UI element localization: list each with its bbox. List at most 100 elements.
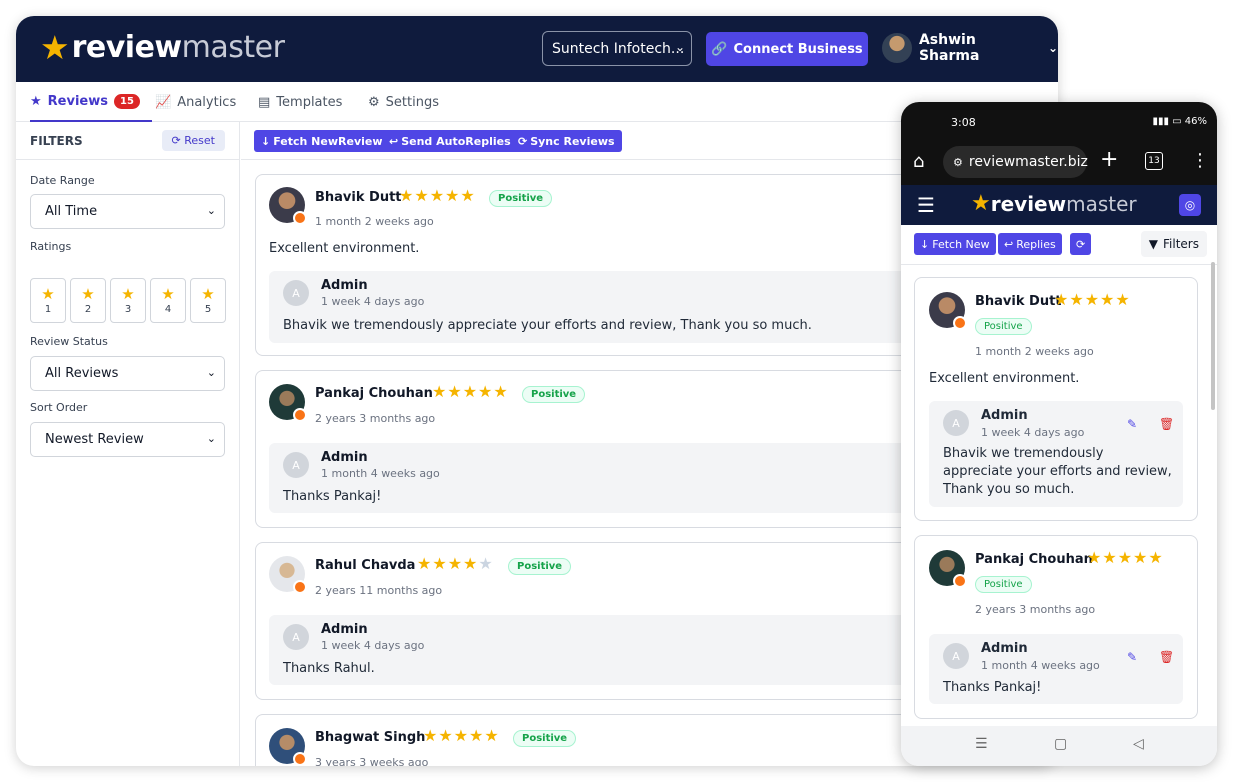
reviewer-name: Bhavik Dutt bbox=[315, 190, 402, 205]
brand-logo[interactable]: ★ review master bbox=[40, 28, 285, 67]
review-time: 2 years 3 months ago bbox=[315, 412, 436, 425]
user-name: Ashwin Sharma bbox=[918, 32, 980, 64]
review-status-value: All Reviews bbox=[45, 366, 119, 381]
admin-avatar: A bbox=[283, 624, 309, 650]
trash-icon[interactable]: 🗑 bbox=[1159, 650, 1174, 664]
browser-toolbar: ⌂ ⚙ reviewmaster.biz + 13 ⋮ bbox=[901, 142, 1217, 185]
rating-stars: ★★★★★ bbox=[1054, 290, 1131, 309]
admin-reply: A Admin 1 week 4 days ago ✎ 🗑 Bhavik we … bbox=[929, 401, 1183, 507]
home-icon[interactable]: ⌂ bbox=[913, 151, 924, 172]
hamburger-menu-icon[interactable]: ☰ bbox=[917, 193, 935, 217]
filter-icon: ▼ bbox=[1148, 237, 1159, 251]
review-time: 2 years 11 months ago bbox=[315, 584, 443, 597]
home-button-icon[interactable]: ▢ bbox=[1054, 736, 1067, 752]
edit-icon[interactable]: ✎ bbox=[1127, 417, 1137, 431]
admin-avatar: A bbox=[943, 410, 969, 436]
reply-author: Admin bbox=[981, 641, 1028, 656]
rating-number: 4 bbox=[164, 303, 172, 315]
tab-templates[interactable]: ▤ Templates bbox=[258, 82, 342, 122]
reviewer-name: Pankaj Chouhan bbox=[315, 386, 433, 401]
tab-settings[interactable]: ⚙ Settings bbox=[368, 82, 439, 122]
admin-avatar: A bbox=[943, 643, 969, 669]
send-auto-replies-button[interactable]: ↩ Send AutoReplies bbox=[382, 130, 518, 152]
reviewer-name: Rahul Chavda bbox=[315, 558, 416, 573]
star-logo-icon: ★ bbox=[971, 191, 991, 216]
rating-filter-2[interactable]: ★ 2 bbox=[70, 278, 106, 323]
sentiment-badge: Positive bbox=[489, 190, 553, 207]
tab-reviews[interactable]: ★ Reviews 15 bbox=[30, 82, 152, 122]
url-text: reviewmaster.biz bbox=[968, 154, 1088, 170]
user-menu[interactable]: Ashwin Sharma ⌄ bbox=[882, 32, 1058, 64]
reply-time: 1 week 4 days ago bbox=[981, 426, 1085, 439]
chevron-down-icon: ⌄ bbox=[206, 204, 216, 217]
trash-icon[interactable]: 🗑 bbox=[1159, 417, 1174, 431]
review-time: 2 years 3 months ago bbox=[975, 603, 1096, 616]
new-tab-icon[interactable]: + bbox=[1100, 147, 1118, 172]
reset-button[interactable]: ⟳ Reset bbox=[161, 130, 225, 151]
review-card: Bhavik Dutt ★★★★★ Positive 1 month 2 wee… bbox=[255, 174, 977, 356]
mobile-action-bar: ↓ Fetch New ↩ Replies ⟳ ▼ Filters bbox=[901, 225, 1217, 265]
mobile-sync-button[interactable]: ⟳ bbox=[1070, 233, 1092, 255]
google-badge-icon bbox=[953, 316, 967, 330]
address-bar[interactable]: ⚙ reviewmaster.biz bbox=[943, 146, 1088, 178]
mobile-review-card: Pankaj Chouhan ★★★★★ Positive 2 years 3 … bbox=[914, 535, 1198, 719]
tab-reviews-label: Reviews bbox=[47, 93, 108, 109]
reply-author: Admin bbox=[981, 408, 1028, 423]
review-time: 3 years 3 weeks ago bbox=[315, 756, 429, 766]
reply-time: 1 week 4 days ago bbox=[321, 639, 425, 652]
google-badge-icon bbox=[293, 580, 307, 594]
rating-filter-1[interactable]: ★ 1 bbox=[30, 278, 66, 323]
scrollbar[interactable] bbox=[1211, 262, 1215, 410]
edit-icon[interactable]: ✎ bbox=[1127, 650, 1137, 664]
chevron-down-icon: ⌄ bbox=[206, 366, 216, 379]
rating-stars: ★★★★★ bbox=[417, 554, 494, 573]
reset-label: Reset bbox=[184, 134, 215, 147]
reply-time: 1 month 4 weeks ago bbox=[321, 467, 440, 480]
camera-icon[interactable]: ◎ bbox=[1179, 194, 1201, 216]
mobile-replies-button[interactable]: ↩ Replies bbox=[998, 233, 1062, 255]
arrow-down-icon: ↓ bbox=[920, 237, 930, 251]
google-badge-icon bbox=[293, 408, 307, 422]
reply-icon: ↩ bbox=[389, 134, 399, 148]
mobile-fetch-new-button[interactable]: ↓ Fetch New bbox=[914, 233, 996, 255]
star-icon: ★ bbox=[161, 284, 175, 303]
admin-avatar: A bbox=[283, 452, 309, 478]
fetch-new-reviews-button[interactable]: ↓ Fetch NewReviews bbox=[254, 130, 397, 152]
business-select[interactable]: Suntech Infotech... ⌄ bbox=[542, 31, 692, 66]
more-vert-icon[interactable]: ⋮ bbox=[1191, 150, 1209, 171]
brand-word-bold: review bbox=[990, 191, 1067, 216]
connect-business-button[interactable]: 🔗 Connect Business bbox=[706, 32, 868, 66]
sentiment-badge: Positive bbox=[513, 730, 577, 747]
reply-time: 1 month 4 weeks ago bbox=[981, 659, 1100, 672]
mobile-filters-button[interactable]: ▼ Filters bbox=[1140, 231, 1207, 257]
sync-reviews-button[interactable]: ⟳ Sync Reviews bbox=[511, 130, 622, 152]
date-range-label: Date Range bbox=[30, 174, 95, 187]
site-settings-icon: ⚙ bbox=[953, 155, 963, 169]
rating-filter-5[interactable]: ★ 5 bbox=[190, 278, 226, 323]
brand-word-light: master bbox=[1066, 191, 1137, 216]
date-range-select[interactable]: All Time ⌄ bbox=[30, 194, 225, 229]
back-icon[interactable]: ◁ bbox=[1133, 736, 1144, 752]
star-icon: ★ bbox=[201, 284, 215, 303]
mobile-brand-logo[interactable]: ★ review master bbox=[971, 191, 1137, 216]
sort-order-label: Sort Order bbox=[30, 401, 88, 414]
rating-filter-3[interactable]: ★ 3 bbox=[110, 278, 146, 323]
recent-apps-icon[interactable]: ☰ bbox=[975, 736, 988, 752]
tab-switcher-icon[interactable]: 13 bbox=[1145, 152, 1163, 170]
signal-icon: ▮▮▮ bbox=[1152, 116, 1173, 127]
rating-stars: ★★★★★ bbox=[432, 382, 509, 401]
tab-analytics-label: Analytics bbox=[177, 94, 237, 110]
tab-analytics[interactable]: 📈 Analytics bbox=[155, 82, 236, 122]
review-status-select[interactable]: All Reviews ⌄ bbox=[30, 356, 225, 391]
sentiment-badge: Positive bbox=[975, 318, 1032, 335]
admin-avatar: A bbox=[283, 280, 309, 306]
review-time: 1 month 2 weeks ago bbox=[315, 215, 434, 228]
star-logo-icon: ★ bbox=[40, 28, 70, 67]
business-select-value: Suntech Infotech... bbox=[552, 40, 685, 57]
reply-time: 1 week 4 days ago bbox=[321, 295, 425, 308]
send-label: Send AutoReplies bbox=[401, 134, 511, 148]
rating-filter-4[interactable]: ★ 4 bbox=[150, 278, 186, 323]
mobile-navbar: ☰ ★ review master ◎ bbox=[901, 185, 1217, 225]
sort-order-select[interactable]: Newest Review ⌄ bbox=[30, 422, 225, 457]
top-navbar: ★ review master Suntech Infotech... ⌄ 🔗 … bbox=[16, 16, 1058, 82]
